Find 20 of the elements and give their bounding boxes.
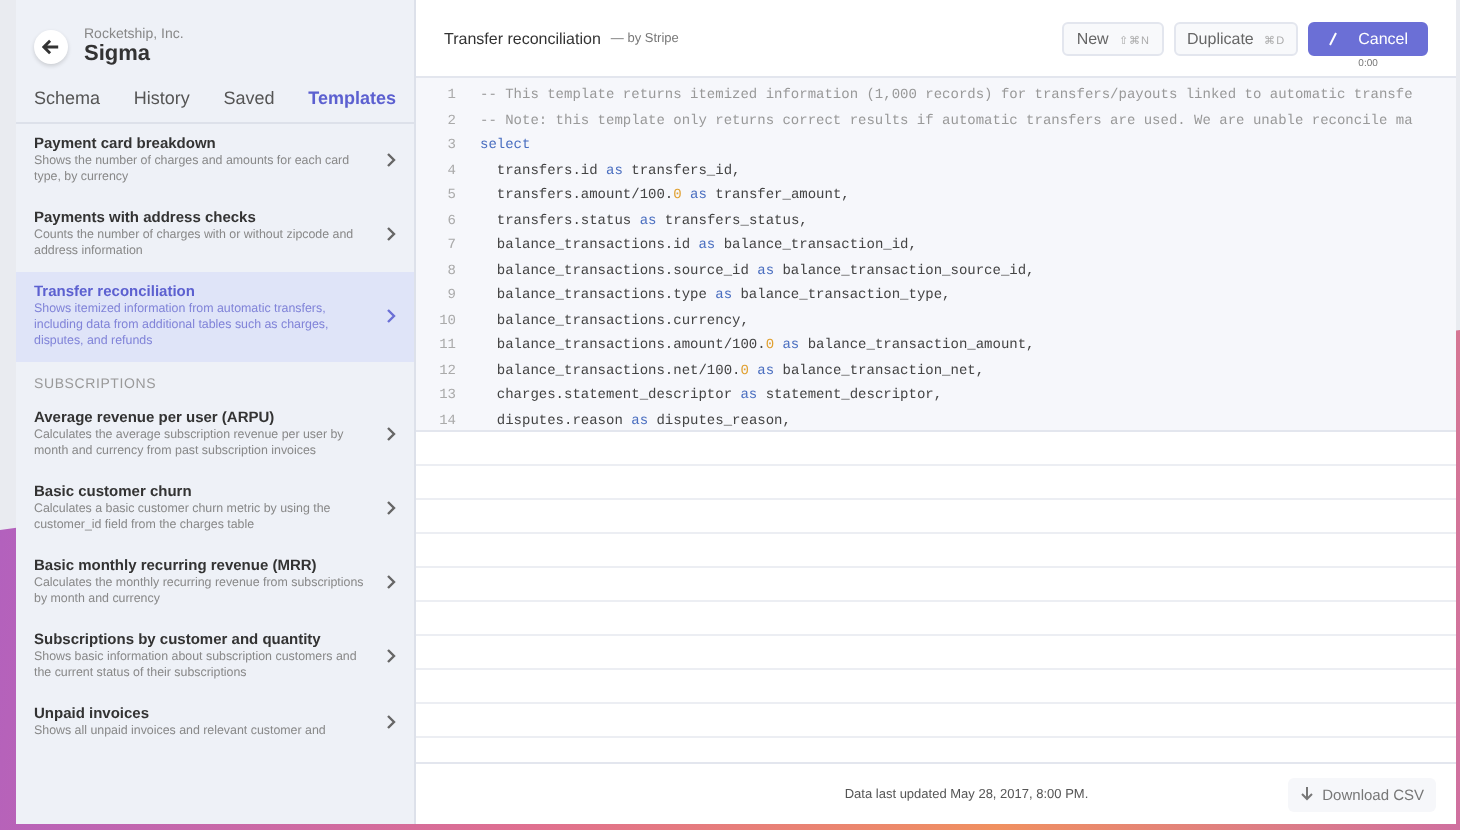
query-title: Transfer reconciliation — [444, 29, 601, 47]
code-editor[interactable] — [416, 78, 1456, 430]
download-icon — [1300, 786, 1315, 802]
slash-icon — [1328, 31, 1339, 45]
sidebar-tab[interactable]: Schema — [34, 88, 101, 108]
chevron-right-icon — [386, 308, 396, 324]
chevron-right-icon — [386, 152, 396, 168]
sidebar-tab[interactable]: Templates — [308, 88, 396, 108]
chevron-right-icon — [386, 648, 396, 664]
chevron-right-icon — [386, 426, 396, 442]
sidebar-tab[interactable]: History — [133, 88, 190, 108]
sidebar-tab[interactable]: Saved — [223, 88, 275, 108]
back-button[interactable] — [34, 30, 68, 64]
chevron-right-icon — [386, 714, 396, 730]
chevron-right-icon — [386, 574, 396, 590]
chevron-right-icon — [386, 226, 396, 242]
cancel-button[interactable]: Cancel — [1308, 21, 1428, 55]
back-arrow-icon — [42, 38, 60, 56]
chevron-right-icon — [386, 500, 396, 516]
app-title: Sigma — [84, 42, 153, 66]
